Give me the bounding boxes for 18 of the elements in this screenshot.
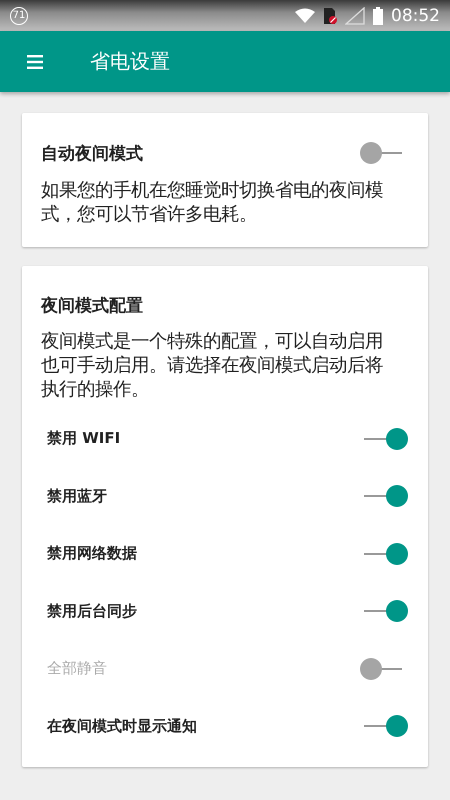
setting-label: 全部静音 — [47, 659, 107, 678]
screen-title: 省电设置 — [90, 48, 170, 75]
wifi-icon — [295, 8, 315, 24]
signal-icon — [345, 6, 365, 24]
menu-icon[interactable] — [27, 54, 43, 68]
setting-label: 禁用蓝牙 — [47, 486, 107, 506]
setting-label: 禁用后台同步 — [47, 602, 137, 621]
clock: 08:52 — [391, 6, 440, 26]
card-description: 如果您的手机在您睡觉时切换省电的夜间模式，您可以节省许多电耗。 — [41, 179, 384, 227]
setting-label: 在夜间模式时显示通知 — [47, 716, 197, 736]
card-title: 自动夜间模式 — [41, 142, 143, 164]
setting-label: 禁用网络数据 — [47, 544, 137, 564]
card-title: 夜间模式配置 — [41, 294, 143, 316]
setting-label: 禁用 WIFI — [47, 429, 120, 448]
sim-card-icon — [323, 6, 337, 24]
battery-icon — [373, 6, 383, 24]
notification-badge: 71 — [10, 6, 28, 24]
card-description: 夜间模式是一个特殊的配置，可以自动启用也可手动启用。请选择在夜间模式启动后将执行的操作。 — [41, 330, 384, 402]
